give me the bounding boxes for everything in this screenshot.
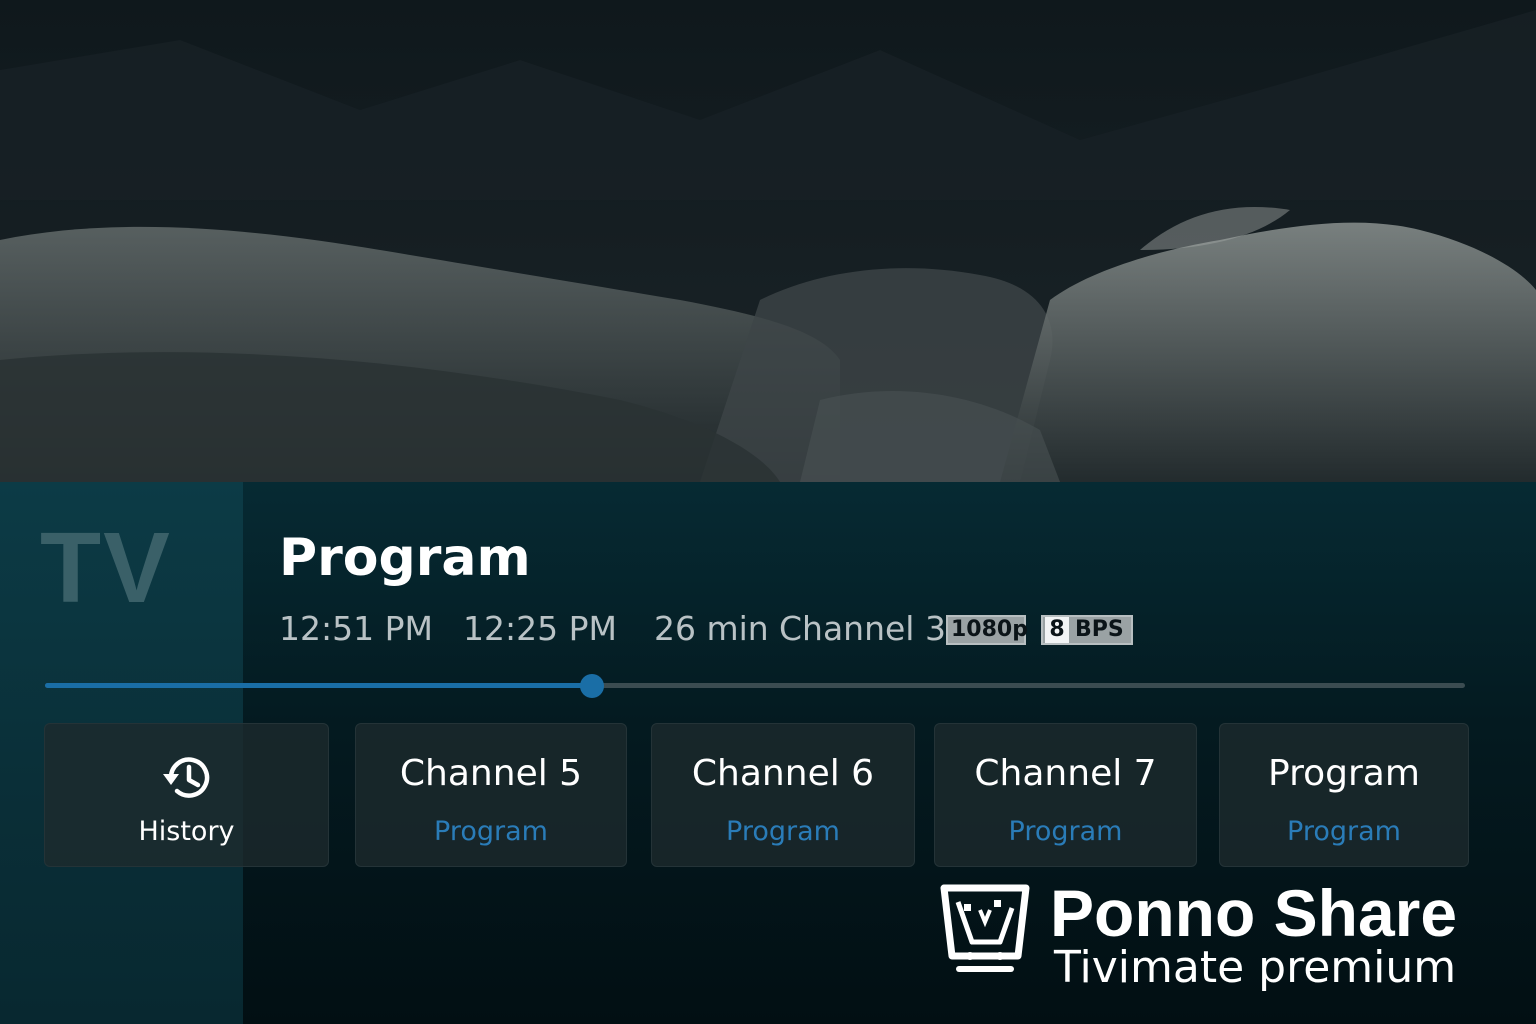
channel-tile-program: Program bbox=[1008, 816, 1123, 847]
start-time: 12:51 PM bbox=[279, 609, 433, 648]
video-frame[interactable] bbox=[0, 0, 1536, 482]
history-button[interactable]: History bbox=[44, 723, 329, 867]
bps-label: BPS bbox=[1075, 617, 1124, 642]
bps-badge: 8 BPS bbox=[1041, 615, 1133, 645]
channel-tile-title: Channel 7 bbox=[974, 753, 1157, 794]
end-time: 12:25 PM bbox=[463, 609, 617, 648]
bps-number: 8 bbox=[1045, 617, 1069, 643]
watermark-name: Ponno Share bbox=[1050, 876, 1458, 950]
channel-tile[interactable]: Program Program bbox=[1219, 723, 1469, 867]
channel-tile[interactable]: Channel 7 Program bbox=[934, 723, 1197, 867]
watermark-tagline: Tivimate premium bbox=[1054, 942, 1457, 993]
channel-tile-title: Program bbox=[1268, 753, 1420, 794]
channel-name: Channel 3 bbox=[779, 609, 946, 648]
shopping-cart-icon bbox=[940, 884, 1030, 972]
channel-tile[interactable]: Channel 6 Program bbox=[651, 723, 915, 867]
channel-tile-program: Program bbox=[726, 816, 840, 847]
channel-tile-title: Channel 5 bbox=[399, 753, 583, 794]
tv-label: TV bbox=[40, 512, 172, 624]
progress-bar[interactable] bbox=[45, 674, 1465, 698]
channel-tile-program: Program bbox=[1287, 816, 1401, 847]
channel-tile[interactable]: Channel 5 Program bbox=[355, 723, 627, 867]
duration: 26 min bbox=[654, 609, 769, 648]
channel-tile-title: Channel 6 bbox=[691, 753, 875, 794]
info-overlay: TV Program 12:51 PM 12:25 PM 26 min Chan… bbox=[0, 482, 1536, 1024]
history-icon bbox=[163, 757, 210, 798]
progress-handle[interactable] bbox=[579, 674, 604, 698]
channel-tile-program: Program bbox=[434, 816, 548, 847]
tv-player-screen: TV Program 12:51 PM 12:25 PM 26 min Chan… bbox=[0, 0, 1536, 1024]
history-label: History bbox=[138, 816, 235, 847]
resolution-badge: 1080p bbox=[946, 615, 1028, 645]
video-scene bbox=[0, 0, 1536, 482]
progress-fill bbox=[45, 683, 592, 688]
program-title: Program bbox=[279, 528, 531, 588]
